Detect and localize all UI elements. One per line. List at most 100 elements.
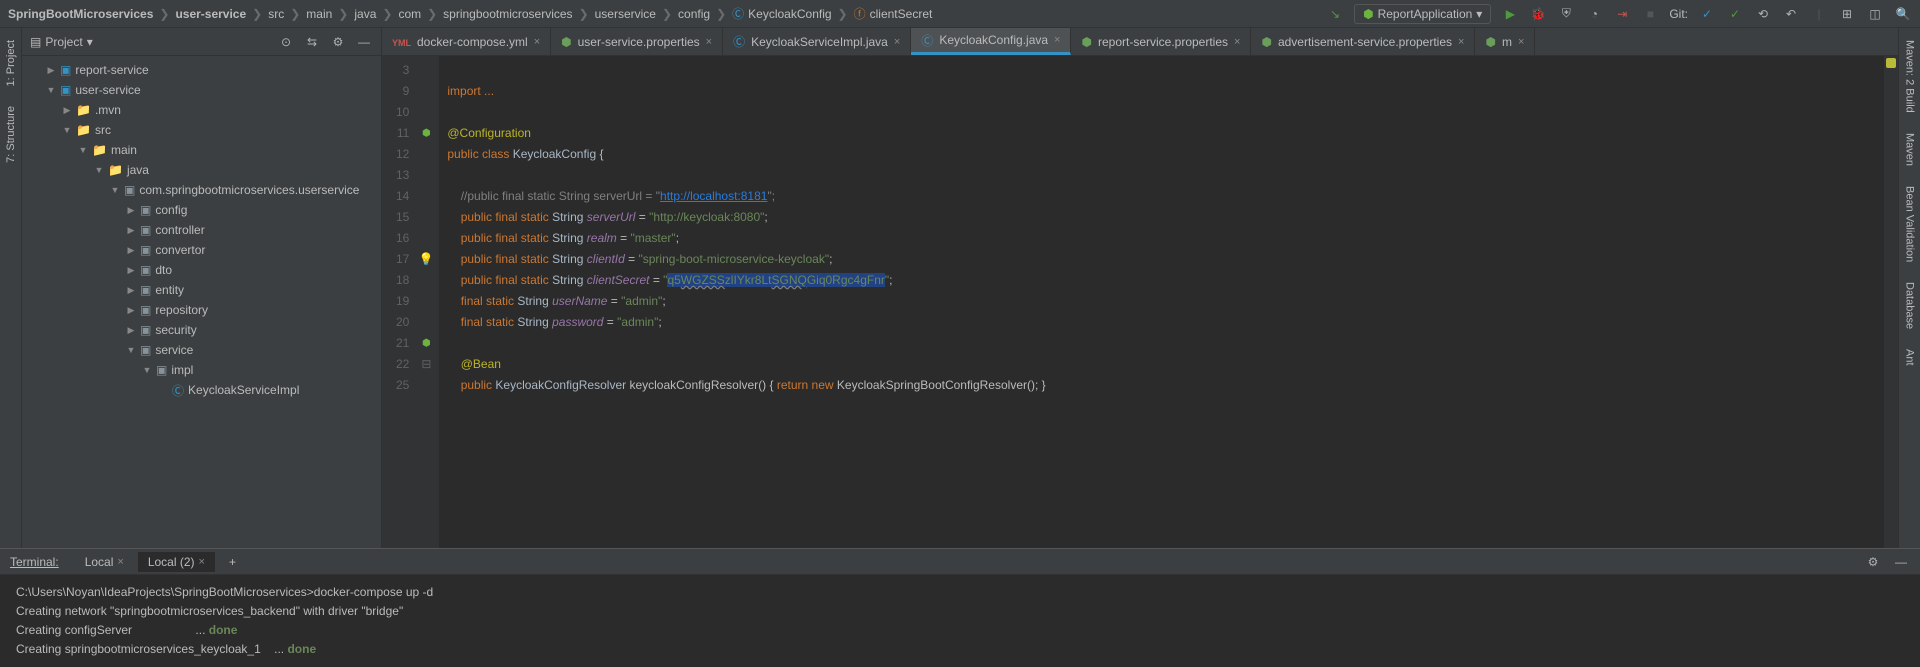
- attach-icon[interactable]: ⇥: [1613, 5, 1631, 23]
- history-icon[interactable]: ⟲: [1754, 5, 1772, 23]
- code-editor[interactable]: 391011121314151617181920212225 ⬢ 💡 ⬢ ⊟ i…: [382, 56, 1898, 548]
- gear-icon[interactable]: ⚙: [329, 33, 347, 51]
- project-tree[interactable]: ▶▣report-service▼▣user-service▶📁.mvn▼📁sr…: [22, 56, 381, 548]
- code-content[interactable]: import ... @Configuration public class K…: [439, 56, 1884, 548]
- editor-tab[interactable]: ⒸKeycloakServiceImpl.java×: [723, 28, 911, 55]
- commit-icon[interactable]: ✓: [1726, 5, 1744, 23]
- tree-item[interactable]: ▼▣com.springbootmicroservices.userservic…: [22, 180, 381, 200]
- tree-item[interactable]: ▶▣repository: [22, 300, 381, 320]
- close-icon[interactable]: ×: [1234, 36, 1240, 48]
- warning-marker[interactable]: [1886, 58, 1896, 68]
- editor-tab[interactable]: ⬢m×: [1475, 28, 1535, 55]
- close-icon[interactable]: ×: [1518, 36, 1524, 48]
- tree-item[interactable]: ▶▣dto: [22, 260, 381, 280]
- close-icon[interactable]: ×: [199, 556, 205, 568]
- expand-icon[interactable]: ▶: [126, 265, 136, 276]
- tool-maven[interactable]: Maven: [1904, 129, 1916, 170]
- gear-icon[interactable]: ⚙: [1864, 553, 1882, 571]
- rollback-icon[interactable]: ↶: [1782, 5, 1800, 23]
- tool-project[interactable]: 1: Project: [5, 36, 17, 90]
- editor-tab[interactable]: YMLdocker-compose.yml×: [382, 28, 551, 55]
- expand-icon[interactable]: ▼: [46, 85, 56, 95]
- breadcrumb-item[interactable]: Ⓒ KeycloakConfig: [732, 5, 831, 22]
- tree-item[interactable]: ▼📁java: [22, 160, 381, 180]
- project-panel-title[interactable]: ▤ Project ▾: [30, 35, 269, 49]
- hide-icon[interactable]: —: [1892, 553, 1910, 571]
- terminal-output[interactable]: C:\Users\Noyan\IdeaProjects\SpringBootMi…: [0, 575, 1920, 667]
- spring-bean-icon[interactable]: ⬢: [422, 123, 431, 144]
- expand-icon[interactable]: ▶: [126, 285, 136, 296]
- tree-item[interactable]: ▶▣controller: [22, 220, 381, 240]
- expand-icon[interactable]: ▼: [142, 365, 152, 375]
- hide-icon[interactable]: —: [355, 33, 373, 51]
- breadcrumb-item[interactable]: ⓕ clientSecret: [854, 5, 933, 22]
- tool-bean-validation[interactable]: Bean Validation: [1904, 182, 1916, 266]
- collapse-region-icon[interactable]: ⊟: [421, 354, 431, 375]
- spring-bean-icon[interactable]: ⬢: [422, 333, 431, 354]
- editor-tab[interactable]: ⒸKeycloakConfig.java×: [911, 28, 1071, 55]
- breadcrumb-item[interactable]: config: [678, 7, 710, 21]
- stop-icon[interactable]: ■: [1641, 5, 1659, 23]
- intention-bulb-icon[interactable]: 💡: [419, 249, 434, 270]
- tree-item[interactable]: ▼📁main: [22, 140, 381, 160]
- expand-icon[interactable]: ▶: [126, 225, 136, 236]
- expand-icon[interactable]: ▼: [126, 345, 136, 355]
- tree-item[interactable]: ⒸKeycloakServiceImpl: [22, 380, 381, 400]
- expand-icon[interactable]: ▶: [126, 245, 136, 256]
- expand-icon[interactable]: ▶: [46, 65, 56, 76]
- close-icon[interactable]: ×: [1054, 34, 1060, 46]
- terminal-tab[interactable]: Local ×: [75, 552, 134, 572]
- expand-icon[interactable]: ▶: [126, 305, 136, 316]
- breadcrumb-item[interactable]: src: [268, 7, 284, 21]
- collapse-icon[interactable]: ⇆: [303, 33, 321, 51]
- expand-icon[interactable]: ◫: [1866, 5, 1884, 23]
- tool-ant[interactable]: Ant: [1904, 345, 1916, 370]
- breadcrumb-item[interactable]: com: [398, 7, 421, 21]
- tool-structure[interactable]: 7: Structure: [5, 102, 17, 167]
- tree-item[interactable]: ▶▣entity: [22, 280, 381, 300]
- coverage-icon[interactable]: ⛨: [1557, 5, 1575, 23]
- close-icon[interactable]: ×: [706, 36, 712, 48]
- breadcrumb-item[interactable]: SpringBootMicroservices: [8, 7, 153, 21]
- close-icon[interactable]: ×: [534, 36, 540, 48]
- tree-item[interactable]: ▼📁src: [22, 120, 381, 140]
- add-terminal-button[interactable]: +: [219, 552, 246, 572]
- editor-tab[interactable]: ⬢report-service.properties×: [1071, 28, 1251, 55]
- tree-item[interactable]: ▼▣service: [22, 340, 381, 360]
- tree-item[interactable]: ▶📁.mvn: [22, 100, 381, 120]
- update-icon[interactable]: ✓: [1698, 5, 1716, 23]
- expand-icon[interactable]: ▼: [110, 185, 120, 195]
- breadcrumb-item[interactable]: main: [306, 7, 332, 21]
- expand-icon[interactable]: ▶: [126, 205, 136, 216]
- tree-item[interactable]: ▶▣security: [22, 320, 381, 340]
- locate-icon[interactable]: ⊙: [277, 33, 295, 51]
- crosshair-icon[interactable]: ⊞: [1838, 5, 1856, 23]
- expand-icon[interactable]: ▼: [62, 125, 72, 135]
- breadcrumb-item[interactable]: userservice: [595, 7, 656, 21]
- tool-maven-build[interactable]: Maven: 2 Build: [1904, 36, 1916, 117]
- run-icon[interactable]: ▶: [1501, 5, 1519, 23]
- breadcrumb-item[interactable]: springbootmicroservices: [443, 7, 572, 21]
- tree-item[interactable]: ▼▣user-service: [22, 80, 381, 100]
- tree-item[interactable]: ▶▣convertor: [22, 240, 381, 260]
- tool-database[interactable]: Database: [1904, 278, 1916, 333]
- tree-item[interactable]: ▶▣report-service: [22, 60, 381, 80]
- profile-icon[interactable]: ◔: [1585, 5, 1603, 23]
- tree-item[interactable]: ▼▣impl: [22, 360, 381, 380]
- close-icon[interactable]: ×: [1458, 36, 1464, 48]
- editor-tab[interactable]: ⬢advertisement-service.properties×: [1251, 28, 1475, 55]
- tree-item[interactable]: ▶▣config: [22, 200, 381, 220]
- expand-icon[interactable]: ▶: [126, 325, 136, 336]
- expand-icon[interactable]: ▼: [94, 165, 104, 175]
- build-icon[interactable]: ↘: [1326, 5, 1344, 23]
- expand-icon[interactable]: ▶: [62, 105, 72, 116]
- editor-tab[interactable]: ⬢user-service.properties×: [551, 28, 723, 55]
- terminal-tab[interactable]: Local (2) ×: [138, 552, 215, 572]
- search-icon[interactable]: 🔍: [1894, 5, 1912, 23]
- close-icon[interactable]: ×: [894, 36, 900, 48]
- breadcrumb-item[interactable]: user-service: [175, 7, 246, 21]
- error-stripe[interactable]: [1884, 56, 1898, 548]
- debug-icon[interactable]: 🐞: [1529, 5, 1547, 23]
- close-icon[interactable]: ×: [117, 556, 123, 568]
- expand-icon[interactable]: ▼: [78, 145, 88, 155]
